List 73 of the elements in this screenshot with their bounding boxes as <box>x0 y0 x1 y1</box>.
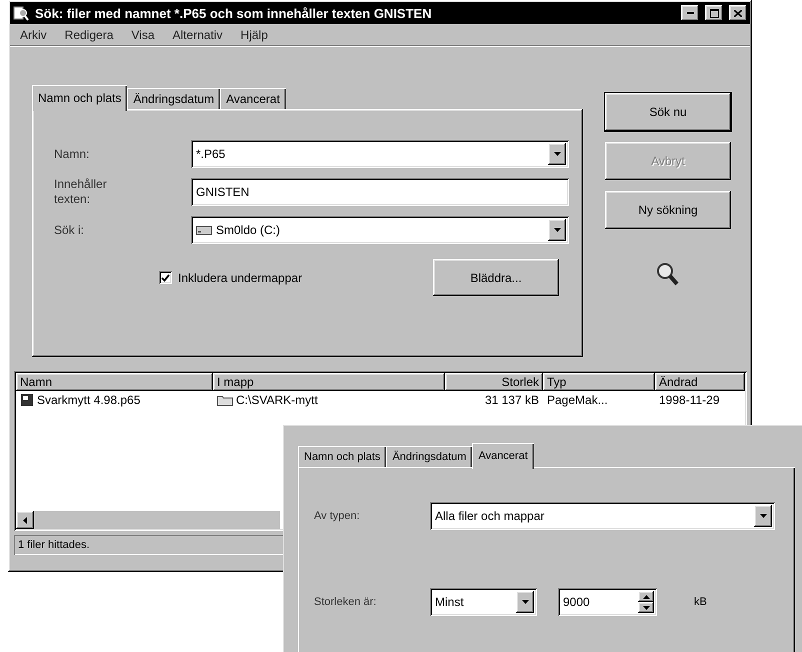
name-combobox[interactable]: *.P65 <box>191 140 569 168</box>
caret-down-icon <box>554 152 560 156</box>
field-value: Minst <box>435 595 465 609</box>
column-header[interactable]: Storlek <box>445 373 543 391</box>
checkbox[interactable] <box>159 271 172 284</box>
menu-item[interactable]: Visa <box>131 28 155 42</box>
dropdown-button[interactable] <box>548 219 566 241</box>
scroll-left-button[interactable] <box>16 511 34 529</box>
caret-down-icon <box>522 600 528 604</box>
table-cell: C:\SVARK-mytt <box>236 392 318 406</box>
maximize-icon <box>710 8 718 18</box>
spin-down-button[interactable] <box>638 602 654 613</box>
menu-item[interactable]: Redigera <box>64 28 114 42</box>
field-label: Innehåller texten: <box>54 177 108 207</box>
field-value: GNISTEN <box>196 185 250 199</box>
check-icon <box>161 274 170 282</box>
caret-left-icon <box>23 516 27 524</box>
minimize-button[interactable] <box>681 5 699 21</box>
drive-icon <box>196 226 212 234</box>
caret-down-icon <box>642 606 650 610</box>
magnifier-icon <box>656 262 680 288</box>
table-cell: 31 137 kB <box>484 392 539 406</box>
dropdown-button[interactable] <box>548 143 566 165</box>
table-cell: PageMak... <box>547 392 608 406</box>
close-icon <box>734 10 742 16</box>
menu-item[interactable]: Alternativ <box>172 28 223 42</box>
maximize-button[interactable] <box>705 5 723 21</box>
type-combobox[interactable]: Alla filer och mappar <box>430 502 775 530</box>
column-header[interactable]: Namn <box>16 373 213 391</box>
tab[interactable]: Namn och plats <box>298 446 386 467</box>
browse-button[interactable]: Bläddra... <box>433 259 559 296</box>
file-icon <box>20 392 34 406</box>
magnifier-document-icon <box>13 5 29 21</box>
tab[interactable]: Avancerat <box>220 88 286 109</box>
horizontal-scrollbar[interactable] <box>16 511 280 529</box>
text-input-field[interactable]: GNISTEN <box>191 178 569 206</box>
checkbox-label: Inkludera undermappar <box>178 270 304 284</box>
table-cell: 1998-11-29 <box>659 392 720 406</box>
tab[interactable]: Avancerat <box>472 443 534 469</box>
column-header[interactable]: Typ <box>543 373 655 391</box>
field-value: *.P65 <box>196 147 226 161</box>
menu-item[interactable]: Hjälp <box>240 28 268 42</box>
dropdown-button[interactable] <box>516 591 534 613</box>
field-value: Sm0ldo (C:) <box>216 223 282 237</box>
field-label: Namn: <box>54 146 90 162</box>
column-header[interactable]: I mapp <box>213 373 445 391</box>
caret-down-icon <box>760 514 766 518</box>
action-button[interactable]: Ny sökning <box>605 191 731 229</box>
look-in-combobox[interactable]: Sm0ldo (C:) <box>191 216 569 244</box>
action-button[interactable]: Sök nu <box>605 93 731 131</box>
field-value: 9000 <box>563 595 591 609</box>
status-text: 1 filer hittades. <box>18 539 90 551</box>
field-value: Alla filer och mappar <box>435 509 546 523</box>
column-header[interactable]: Ändrad <box>655 373 745 391</box>
tab[interactable]: Ändringsdatum <box>127 88 220 109</box>
unit-label: kB <box>694 596 707 608</box>
size-spin-field[interactable]: 9000 <box>558 588 657 616</box>
close-button[interactable] <box>729 5 747 21</box>
size-mode-combobox[interactable]: Minst <box>430 588 537 616</box>
caret-down-icon <box>554 228 560 232</box>
window-title: Sök: filer med namnet *.P65 och som innehåller texten GNISTEN <box>35 6 433 20</box>
minimize-icon <box>686 12 694 14</box>
dropdown-button[interactable] <box>754 505 772 527</box>
field-label: Sök i: <box>54 222 86 238</box>
folder-icon <box>217 394 233 406</box>
table-cell: Svarkmytt 4.98.p65 <box>37 392 140 406</box>
spin-up-button[interactable] <box>638 591 654 602</box>
tab[interactable]: Ändringsdatum <box>386 446 472 467</box>
tab[interactable]: Namn och plats <box>32 85 128 111</box>
field-label: Storleken är: <box>314 596 378 608</box>
menu-item[interactable]: Arkiv <box>20 28 47 42</box>
field-label: Av typen: <box>314 510 361 522</box>
caret-up-icon <box>642 594 650 598</box>
